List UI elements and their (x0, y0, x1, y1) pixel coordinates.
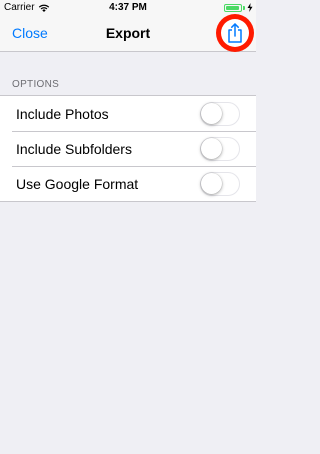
toggle-knob (201, 138, 222, 159)
include-photos-toggle[interactable] (200, 102, 240, 126)
use-google-format-toggle[interactable] (200, 172, 240, 196)
option-row-include-subfolders: Include Subfolders (0, 131, 256, 166)
battery-fill (226, 5, 240, 10)
charging-bolt-icon (247, 3, 253, 12)
include-subfolders-toggle[interactable] (200, 137, 240, 161)
options-list: Include Photos Include Subfolders Use Go… (0, 95, 256, 202)
navigation-bar: Close Export (0, 14, 256, 52)
option-row-include-photos: Include Photos (0, 96, 256, 131)
battery-icon (224, 3, 242, 12)
option-row-use-google-format: Use Google Format (0, 166, 256, 201)
status-bar: Carrier 4:37 PM (0, 0, 256, 16)
options-section-header: OPTIONS (12, 79, 60, 90)
share-button[interactable] (216, 14, 254, 52)
option-label: Use Google Format (16, 176, 139, 192)
status-right (224, 3, 253, 12)
toggle-knob (201, 173, 222, 194)
toggle-knob (201, 103, 222, 124)
battery-tip (243, 5, 245, 10)
share-icon (228, 23, 242, 43)
option-label: Include Subfolders (16, 141, 132, 157)
option-label: Include Photos (16, 106, 109, 122)
status-time: 4:37 PM (109, 2, 147, 13)
share-button-inner (221, 19, 249, 47)
